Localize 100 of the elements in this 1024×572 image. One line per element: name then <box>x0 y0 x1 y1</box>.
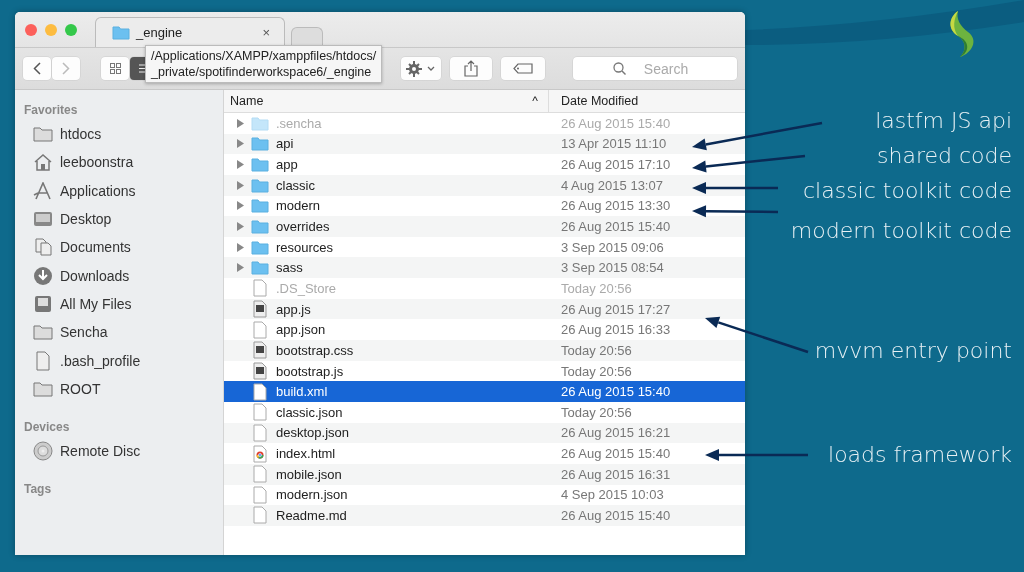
file-row[interactable]: desktop.json 26 Aug 2015 16:21 <box>224 422 745 444</box>
disclosure-triangle-icon[interactable] <box>236 118 244 128</box>
file-row[interactable]: index.html 26 Aug 2015 15:40 <box>224 443 745 464</box>
document-icon <box>253 403 267 422</box>
share-button[interactable] <box>450 57 492 80</box>
sidebar-heading: Devices <box>24 418 71 436</box>
close-button[interactable] <box>25 23 37 36</box>
new-tab[interactable] <box>291 27 323 47</box>
file-row[interactable]: overrides 26 Aug 2015 15:40 <box>224 216 745 237</box>
sidebar-item[interactable]: .bash_profile <box>24 346 223 375</box>
file-row[interactable]: app.js 26 Aug 2015 17:27 <box>224 298 745 320</box>
folder-icon <box>251 198 269 214</box>
date-modified: 26 Aug 2015 13:30 <box>560 198 671 214</box>
folder-icon <box>251 115 269 131</box>
desktop-icon <box>33 211 53 228</box>
sidebar-item[interactable]: leeboonstra <box>24 148 223 177</box>
sidebar-item[interactable]: Documents <box>24 233 223 262</box>
sort-indicator: ^ <box>532 94 538 108</box>
disclosure-triangle-icon[interactable] <box>236 201 244 211</box>
file-row[interactable]: mobile.json 26 Aug 2015 16:31 <box>224 463 745 485</box>
file-name: classic.json <box>276 404 344 420</box>
annotation-label: loads framework <box>828 442 1012 467</box>
column-header[interactable]: Date Modified <box>549 94 639 108</box>
date-modified: 26 Aug 2015 16:31 <box>560 466 671 482</box>
house-icon <box>33 153 53 172</box>
sidebar-heading: Favorites <box>24 102 79 119</box>
annotation-label: mvvm entry point <box>814 338 1012 363</box>
action-menu-button[interactable] <box>401 57 441 80</box>
date-modified: 26 Aug 2015 15:40 <box>560 384 671 400</box>
file-row[interactable]: classic.json Today 20:56 <box>224 401 745 423</box>
close-tab-button[interactable]: × <box>262 25 270 40</box>
file-name: classic <box>276 177 316 193</box>
date-modified: 26 Aug 2015 17:10 <box>560 157 671 173</box>
sidebar-item[interactable]: ROOT <box>24 374 223 403</box>
file-row[interactable]: modern.json 4 Sep 2015 10:03 <box>224 484 745 506</box>
date-modified: 26 Aug 2015 16:33 <box>560 322 671 338</box>
file-name: modern.json <box>276 487 349 503</box>
document-icon <box>33 350 53 371</box>
view-button[interactable] <box>101 57 129 80</box>
date-modified: Today 20:56 <box>560 363 632 379</box>
search-field[interactable]: Search <box>573 57 737 80</box>
sidebar-item[interactable]: htdocs <box>24 120 223 149</box>
path-tooltip: /Applications/XAMPP/xamppfiles/htdocs/ _private/spotifinderworkspace6/_engine <box>145 45 383 83</box>
script-file-icon <box>253 300 267 319</box>
file-name: app.json <box>276 322 327 338</box>
share-icon <box>464 60 478 77</box>
file-row[interactable]: modern 26 Aug 2015 13:30 <box>224 195 745 217</box>
file-row[interactable]: classic 4 Aug 2015 13:07 <box>224 174 745 196</box>
file-name: app.js <box>276 301 312 317</box>
sidebar-item[interactable]: Downloads <box>24 261 223 290</box>
document-icon <box>253 382 267 401</box>
sidebar-item[interactable]: Applications <box>24 176 223 205</box>
file-tray-icon <box>33 293 53 314</box>
back-button[interactable] <box>23 57 51 80</box>
file-row[interactable]: bootstrap.js Today 20:56 <box>224 360 745 382</box>
folder-icon <box>33 380 53 397</box>
file-row[interactable]: Readme.md 26 Aug 2015 15:40 <box>224 505 745 526</box>
file-row[interactable]: api 13 Apr 2015 11:10 <box>224 133 745 155</box>
file-name: resources <box>276 239 335 255</box>
file-row[interactable]: sass 3 Sep 2015 08:54 <box>224 257 745 279</box>
file-row[interactable]: build.xml 26 Aug 2015 15:40 <box>224 381 745 402</box>
sidebar-item[interactable]: All My Files <box>24 289 223 319</box>
grid-icon <box>109 63 121 74</box>
folder-icon <box>33 126 53 143</box>
document-icon <box>253 465 267 484</box>
sidebar-item[interactable]: Remote Disc <box>24 436 223 466</box>
file-name: build.xml <box>276 384 329 400</box>
file-name: desktop.json <box>276 425 350 441</box>
date-modified: Today 20:56 <box>560 280 632 296</box>
file-row[interactable]: app.json 26 Aug 2015 16:33 <box>224 319 745 341</box>
document-icon <box>253 279 267 298</box>
sidebar-item[interactable]: Sencha <box>24 318 223 347</box>
disclosure-triangle-icon[interactable] <box>236 139 244 149</box>
document-icon <box>253 423 267 442</box>
date-modified: 26 Aug 2015 15:40 <box>560 115 671 131</box>
file-name: api <box>276 136 295 152</box>
folder-tab[interactable]: _engine × <box>95 17 285 47</box>
file-name: Readme.md <box>276 508 348 523</box>
file-row[interactable]: resources 3 Sep 2015 09:06 <box>224 236 745 258</box>
folder-icon <box>251 177 269 193</box>
column-header[interactable]: Name <box>230 94 533 108</box>
date-modified: 3 Sep 2015 09:06 <box>560 239 664 255</box>
sidebar-item[interactable]: Desktop <box>24 204 223 234</box>
disclosure-triangle-icon[interactable] <box>236 222 244 231</box>
disclosure-triangle-icon[interactable] <box>236 263 244 273</box>
folder-icon <box>251 260 269 276</box>
file-row[interactable]: bootstrap.css Today 20:56 <box>224 340 745 361</box>
folder-icon <box>112 25 130 40</box>
date-modified: Today 20:56 <box>560 342 632 358</box>
applications-icon <box>33 181 53 200</box>
browser-file-icon <box>253 444 267 463</box>
file-name: .DS_Store <box>276 280 337 296</box>
zoom-button[interactable] <box>65 23 77 36</box>
chevron-left-icon <box>33 62 41 75</box>
file-name: sass <box>276 260 304 276</box>
disclosure-triangle-icon[interactable] <box>236 242 244 252</box>
tag-button[interactable] <box>501 57 545 80</box>
file-row[interactable]: app 26 Aug 2015 17:10 <box>224 154 745 175</box>
file-name: modern <box>276 198 322 214</box>
script-file-icon <box>253 341 267 360</box>
